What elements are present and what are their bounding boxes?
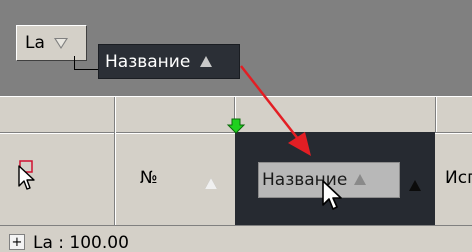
group-row-label: La : 100.00: [33, 233, 129, 252]
group-row: + La : 100.00: [0, 225, 472, 252]
grid-control: La Название № Название Исп: [0, 0, 472, 252]
expand-button[interactable]: +: [9, 234, 25, 250]
mouse-pointer-icon: [322, 180, 342, 210]
drag-direction-arrow-icon: [240, 65, 311, 156]
